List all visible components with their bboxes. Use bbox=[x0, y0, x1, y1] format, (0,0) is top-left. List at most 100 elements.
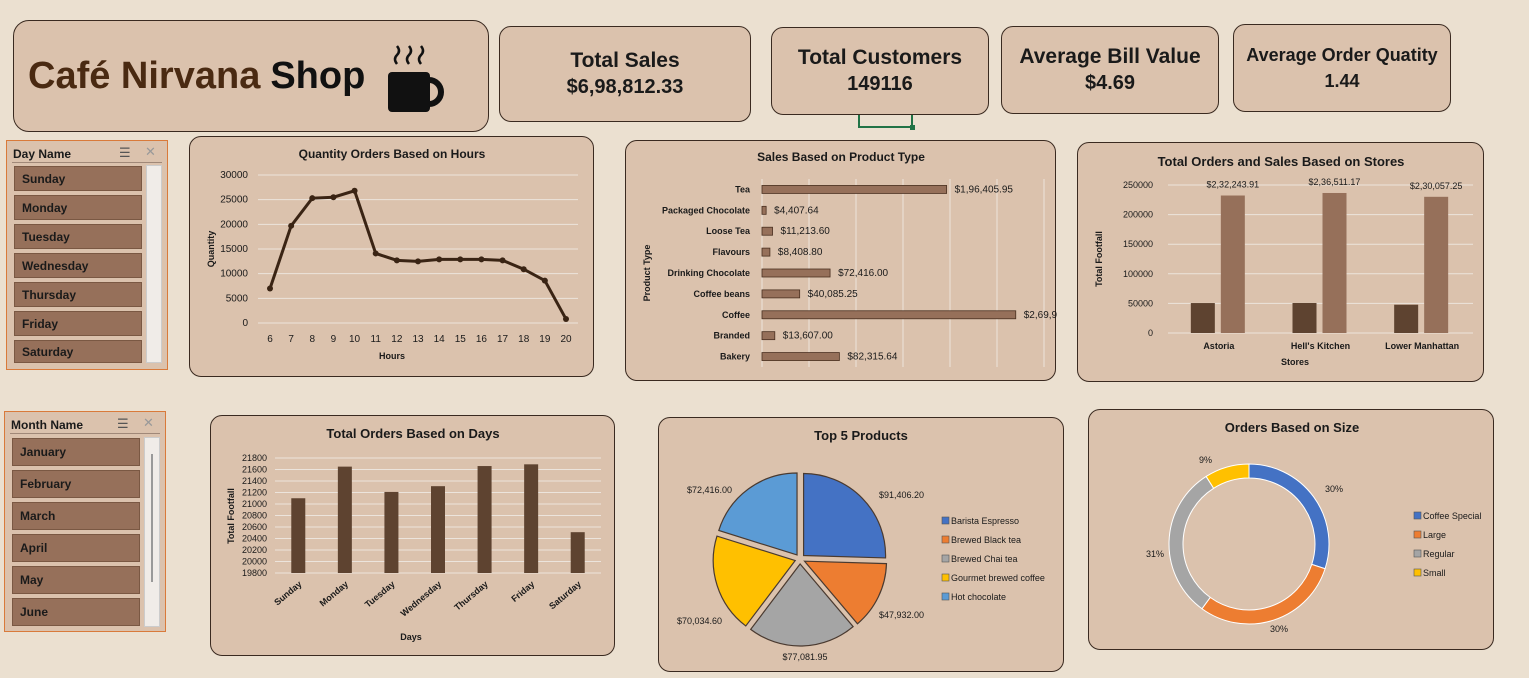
data-point bbox=[436, 256, 443, 263]
slicer-item[interactable]: February bbox=[12, 470, 140, 498]
slicer-scrollbar[interactable] bbox=[146, 165, 162, 363]
slicer-item[interactable]: Monday bbox=[14, 195, 142, 220]
slicer-item[interactable]: Friday bbox=[14, 311, 142, 336]
category-label: Bakery bbox=[720, 352, 750, 362]
clear-filter-icon[interactable]: ✕ bbox=[145, 144, 156, 160]
slicer-item[interactable]: March bbox=[12, 502, 140, 530]
legend-swatch bbox=[941, 516, 950, 525]
kpi-label: Average Order Quatity bbox=[1246, 45, 1438, 65]
bar-orders bbox=[1292, 302, 1317, 333]
data-label: $91,406.20 bbox=[879, 490, 924, 500]
data-point bbox=[563, 316, 569, 323]
slicer-item[interactable]: June bbox=[12, 598, 140, 626]
data-label: $40,085.25 bbox=[808, 289, 858, 300]
slicer-item[interactable]: May bbox=[12, 566, 140, 594]
data-label: $2,32,243.91 bbox=[1207, 180, 1260, 190]
data-label: $82,315.64 bbox=[847, 352, 897, 363]
y-tick-label: 100000 bbox=[1123, 269, 1153, 279]
chart-title: Sales Based on Product Type bbox=[757, 150, 925, 164]
slicer-item[interactable]: Wednesday bbox=[14, 253, 142, 278]
legend-swatch bbox=[941, 554, 950, 563]
data-point bbox=[351, 187, 358, 194]
legend-label: Hot chocolate bbox=[951, 592, 1006, 602]
category-label: Sunday bbox=[272, 579, 303, 608]
slicer-header: Day Name bbox=[13, 147, 72, 161]
category-label: Wednesday bbox=[399, 579, 444, 619]
slicer-item[interactable]: January bbox=[12, 438, 140, 466]
slicer-scrollbar-thumb[interactable] bbox=[151, 454, 153, 582]
data-point bbox=[393, 257, 400, 264]
y-tick-label: 20600 bbox=[242, 522, 267, 532]
days-chart-card: Total Orders Based on Days 19800 20000 2020… bbox=[210, 415, 615, 656]
bar bbox=[761, 331, 776, 341]
data-point bbox=[415, 258, 421, 265]
multi-select-icon[interactable]: ☰ bbox=[119, 145, 131, 161]
category-label: Friday bbox=[509, 579, 536, 604]
legend-label: Large bbox=[1423, 530, 1446, 540]
y-tick-label: 21000 bbox=[242, 499, 267, 509]
x-tick-label: 20 bbox=[560, 334, 572, 345]
x-axis-label: Hours bbox=[379, 351, 405, 361]
product-type-chart-card: Sales Based on Product Type Tea $1,96,405.… bbox=[625, 140, 1083, 381]
x-axis-label: Stores bbox=[1281, 357, 1309, 367]
divider bbox=[12, 162, 162, 163]
data-label: 30% bbox=[1270, 624, 1288, 634]
bar-sales bbox=[1220, 195, 1245, 333]
month-name-slicer: Month Name ☰ ✕ January February March Ap… bbox=[4, 411, 166, 632]
category-label: Drinking Chocolate bbox=[667, 268, 750, 278]
y-axis-label: Product Type bbox=[642, 245, 652, 302]
legend-label: Regular bbox=[1423, 549, 1455, 559]
y-tick-label: 25000 bbox=[220, 195, 248, 206]
slicer-item[interactable]: Sunday bbox=[14, 166, 142, 191]
data-point bbox=[372, 250, 379, 257]
chart-title: Total Orders and Sales Based on Stores bbox=[1158, 154, 1405, 169]
donut-slice bbox=[1248, 463, 1330, 570]
data-label: $13,607.00 bbox=[783, 331, 833, 342]
clear-filter-icon[interactable]: ✕ bbox=[143, 415, 154, 431]
day-name-slicer: Day Name ☰ ✕ Sunday Monday Tuesday Wedne… bbox=[6, 140, 168, 370]
slicer-item[interactable]: Thursday bbox=[14, 282, 142, 307]
bar bbox=[761, 268, 831, 278]
y-tick-label: 20400 bbox=[242, 534, 267, 544]
y-tick-label: 20800 bbox=[242, 511, 267, 521]
y-tick-label: 19800 bbox=[242, 568, 267, 578]
data-point bbox=[288, 222, 295, 229]
bar bbox=[477, 466, 492, 573]
legend-swatch bbox=[1413, 549, 1422, 558]
y-tick-label: 20000 bbox=[220, 219, 248, 230]
product-type-bar-chart: Sales Based on Product Type Tea $1,96,405.… bbox=[642, 150, 1083, 367]
kpi-label: Total Sales bbox=[570, 49, 680, 72]
data-point bbox=[457, 256, 464, 263]
y-tick-label: 50000 bbox=[1128, 298, 1153, 308]
legend-label: Brewed Black tea bbox=[951, 535, 1021, 545]
slicer-item[interactable]: Saturday bbox=[14, 340, 142, 363]
hours-line-chart: Quantity Orders Based on Hours 0 5000 10000… bbox=[206, 147, 578, 361]
data-label: $77,081.95 bbox=[782, 652, 827, 662]
data-label: $72,416.00 bbox=[687, 485, 732, 495]
data-label: $2,30,057.25 bbox=[1410, 181, 1463, 191]
x-tick-label: 14 bbox=[434, 334, 446, 345]
x-tick-label: 8 bbox=[310, 334, 316, 345]
cell-selection bbox=[858, 115, 913, 128]
cell-selection-handle[interactable] bbox=[910, 125, 915, 130]
title-part2: Shop bbox=[270, 54, 366, 97]
coffee-cup-icon bbox=[388, 45, 445, 112]
slicer-item[interactable]: Tuesday bbox=[14, 224, 142, 249]
legend-swatch bbox=[941, 592, 950, 601]
category-label: Monday bbox=[318, 579, 350, 609]
bar-orders bbox=[1394, 304, 1419, 333]
kpi-label: Average Bill Value bbox=[1019, 45, 1201, 68]
y-axis-label: Total Footfall bbox=[1094, 231, 1104, 287]
data-point bbox=[520, 266, 527, 273]
y-tick-label: 30000 bbox=[220, 170, 248, 181]
divider bbox=[10, 433, 160, 434]
data-point bbox=[478, 256, 485, 263]
kpi-value: 149116 bbox=[847, 73, 913, 95]
x-tick-label: 12 bbox=[391, 334, 403, 345]
kpi-value: $6,98,812.33 bbox=[566, 76, 684, 98]
category-label: Astoria bbox=[1203, 341, 1235, 351]
data-label: $4,407.64 bbox=[774, 205, 819, 216]
y-tick-label: 15000 bbox=[220, 244, 248, 255]
slicer-item[interactable]: April bbox=[12, 534, 140, 562]
multi-select-icon[interactable]: ☰ bbox=[117, 416, 129, 432]
